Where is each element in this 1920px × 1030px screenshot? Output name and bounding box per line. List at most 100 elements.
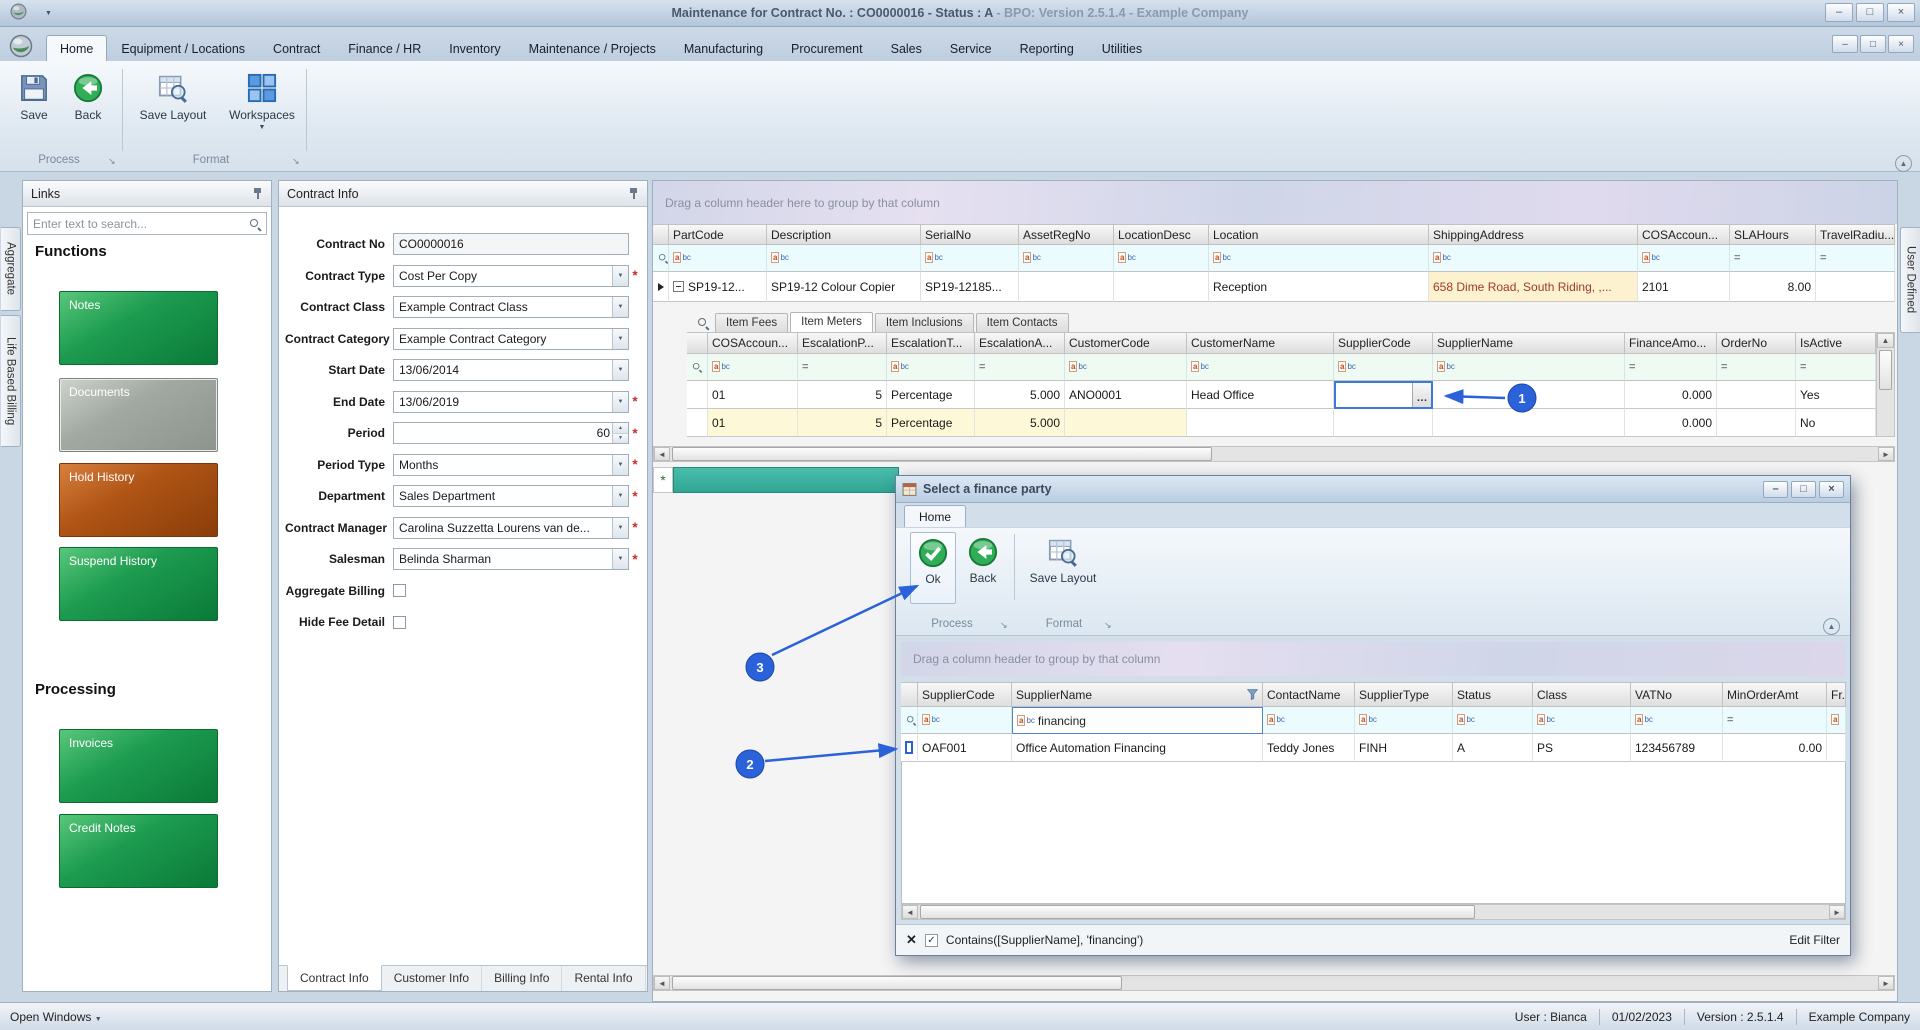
filter-cell[interactable]: abc — [1187, 354, 1334, 381]
filter-cell-serialno[interactable]: abc — [921, 245, 1019, 272]
cell-customername[interactable]: Head Office — [1187, 381, 1334, 409]
filter-cell-travelradius[interactable]: = — [1816, 245, 1895, 272]
end-date-picker[interactable]: 13/06/2019▼ — [393, 391, 629, 413]
cell-status[interactable]: A — [1453, 734, 1533, 762]
scroll-left-icon[interactable]: ◄ — [902, 905, 918, 919]
dialog-close-button[interactable]: × — [1819, 481, 1844, 498]
filter-cell-suppliertype[interactable]: abc — [1355, 707, 1453, 734]
cell-cosaccount[interactable]: 2101 — [1638, 272, 1730, 302]
hold-history-button[interactable]: Hold History — [59, 463, 218, 537]
notes-button[interactable]: Notes — [59, 291, 218, 365]
dialog-restore-button[interactable]: □ — [1791, 481, 1816, 498]
column-header-location[interactable]: Location — [1209, 224, 1429, 245]
invoices-button[interactable]: Invoices — [59, 729, 218, 803]
column-header-financeamount[interactable]: FinanceAmo... — [1625, 332, 1717, 354]
column-header-isactive[interactable]: IsActive — [1796, 332, 1876, 354]
column-header-cosaccount[interactable]: COSAccoun... — [708, 332, 798, 354]
tab-item-fees[interactable]: Item Fees — [715, 313, 788, 332]
chevron-down-icon[interactable]: ▼ — [612, 549, 628, 569]
chevron-down-icon[interactable]: ▼ — [612, 329, 628, 349]
scroll-right-icon[interactable]: ► — [1878, 447, 1894, 461]
ribbon-tab-sales[interactable]: Sales — [877, 35, 936, 61]
period-type-select[interactable]: Months▼ — [393, 454, 629, 476]
filter-cell-status[interactable]: abc — [1453, 707, 1533, 734]
restore-button[interactable]: □ — [1856, 3, 1884, 22]
chevron-down-icon[interactable]: ▼ — [612, 266, 628, 286]
cell-customername[interactable] — [1187, 409, 1334, 437]
column-header-serialno[interactable]: SerialNo — [921, 224, 1019, 245]
filter-cell-fr[interactable]: a — [1827, 707, 1846, 734]
side-tab-user-defined[interactable]: User Defined — [1900, 227, 1920, 333]
search-icon[interactable] — [249, 218, 261, 230]
filter-cell[interactable]: = — [1796, 354, 1876, 381]
row-selector[interactable] — [901, 734, 918, 762]
cell-travelradius[interactable] — [1816, 272, 1895, 302]
cell-vatno[interactable]: 123456789 — [1631, 734, 1723, 762]
collapse-row-icon[interactable] — [673, 281, 684, 292]
cell-contactname[interactable]: Teddy Jones — [1263, 734, 1355, 762]
chevron-down-icon[interactable]: ▼ — [612, 360, 628, 380]
chevron-down-icon[interactable]: ▼ — [612, 518, 628, 538]
tab-item-inclusions[interactable]: Item Inclusions — [875, 313, 974, 332]
ribbon-tab-equipment-locations[interactable]: Equipment / Locations — [107, 35, 259, 61]
cell-minorderamt[interactable]: 0.00 — [1723, 734, 1827, 762]
chevron-down-icon[interactable]: ▼ — [612, 297, 628, 317]
format-dialog-launcher-icon[interactable]: ↘ — [292, 156, 300, 167]
ellipsis-button[interactable]: … — [1412, 383, 1431, 407]
start-date-picker[interactable]: 13/06/2014▼ — [393, 359, 629, 381]
contract-no-input[interactable]: CO0000016 — [393, 233, 629, 255]
suppliercode-editor[interactable]: … — [1334, 381, 1433, 409]
cell-assetregno[interactable] — [1019, 272, 1114, 302]
cell-suppliercode[interactable]: OAF001 — [918, 734, 1012, 762]
filter-cell-class[interactable]: abc — [1533, 707, 1631, 734]
minimize-button[interactable]: – — [1825, 3, 1853, 22]
suspend-history-button[interactable]: Suspend History — [59, 547, 218, 621]
dialog-tab-home[interactable]: Home — [904, 505, 966, 527]
cell-financeamount[interactable]: 0.000 — [1625, 381, 1717, 409]
cell-orderno[interactable] — [1717, 381, 1796, 409]
dialog-horizontal-scrollbar[interactable]: ◄ ► — [901, 904, 1846, 920]
cell-fr[interactable] — [1827, 734, 1846, 762]
filter-cell-assetregno[interactable]: abc — [1019, 245, 1114, 272]
chevron-down-icon[interactable]: ▼ — [612, 486, 628, 506]
filter-cell-minorderamt[interactable]: = — [1723, 707, 1827, 734]
mdi-close-button[interactable]: × — [1888, 35, 1914, 53]
column-header-escalationp[interactable]: EscalationP... — [798, 332, 887, 354]
column-header-status[interactable]: Status — [1453, 682, 1533, 707]
filter-cell[interactable]: abc — [887, 354, 975, 381]
cell-locationdesc[interactable] — [1114, 272, 1209, 302]
mdi-restore-button[interactable]: □ — [1860, 35, 1886, 53]
cell-location[interactable]: Reception — [1209, 272, 1429, 302]
scroll-right-icon[interactable]: ► — [1829, 905, 1845, 919]
spinner-buttons[interactable]: ▲▼ — [612, 423, 628, 443]
ribbon-tab-finance-hr[interactable]: Finance / HR — [334, 35, 435, 61]
filter-cell[interactable]: = — [798, 354, 887, 381]
cell-cosaccount[interactable]: 01 — [708, 381, 798, 409]
chevron-down-icon[interactable]: ▼ — [259, 124, 266, 131]
cell-slahours[interactable]: 8.00 — [1730, 272, 1816, 302]
dialog-minimize-button[interactable]: – — [1763, 481, 1788, 498]
cell-customercode[interactable] — [1065, 409, 1187, 437]
ribbon-tab-manufacturing[interactable]: Manufacturing — [670, 35, 777, 61]
cell-serialno[interactable]: SP19-12185... — [921, 272, 1019, 302]
scroll-right-icon[interactable]: ► — [1878, 976, 1894, 990]
cell-suppliername[interactable]: Office Automation Financing — [1012, 734, 1263, 762]
filter-cell[interactable]: abc — [1334, 354, 1433, 381]
filter-cell-description[interactable]: abc — [767, 245, 921, 272]
scroll-left-icon[interactable]: ◄ — [654, 447, 670, 461]
search-input[interactable] — [33, 217, 249, 231]
column-header-minorderamt[interactable]: MinOrderAmt — [1723, 682, 1827, 707]
dialog-group-by-band[interactable]: Drag a column header to group by that co… — [901, 642, 1845, 676]
filter-cell-slahours[interactable]: = — [1730, 245, 1816, 272]
process-dialog-launcher-icon[interactable]: ↘ — [1000, 620, 1008, 631]
cell-suppliername[interactable] — [1433, 381, 1625, 409]
tab-item-contacts[interactable]: Item Contacts — [976, 313, 1069, 332]
cell-shippingaddress[interactable]: 658 Dime Road, South Riding, ,... — [1429, 272, 1638, 302]
chevron-down-icon[interactable]: ▼ — [612, 392, 628, 412]
period-stepper[interactable]: 60▲▼ — [393, 422, 629, 444]
ribbon-collapse-icon[interactable]: ▲ — [1895, 155, 1912, 172]
tab-item-meters[interactable]: Item Meters — [790, 312, 873, 332]
ribbon-tab-service[interactable]: Service — [936, 35, 1006, 61]
column-header-class[interactable]: Class — [1533, 682, 1631, 707]
salesman-select[interactable]: Belinda Sharman▼ — [393, 548, 629, 570]
